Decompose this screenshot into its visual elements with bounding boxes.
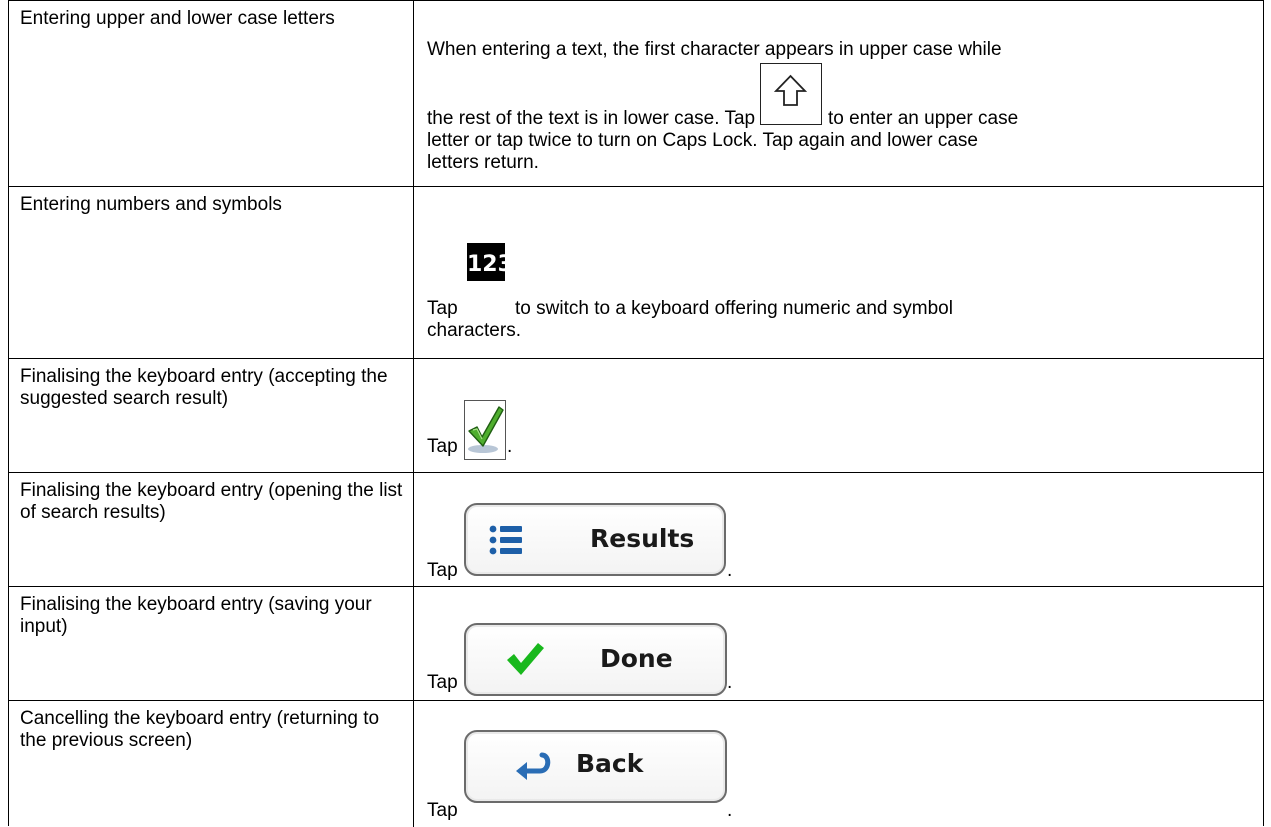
table-row: Finalising the keyboard entry (accepting… — [9, 359, 1263, 473]
done-label: Done — [600, 644, 673, 673]
description-text: to switch to a keyboard offering numeric… — [515, 298, 953, 319]
row-label: Finalising the keyboard entry (saving yo… — [9, 587, 414, 700]
back-label: Back — [576, 749, 644, 778]
table-row: Cancelling the keyboard entry (returning… — [9, 701, 1263, 827]
accept-button[interactable] — [464, 400, 506, 460]
row-description: When entering a text, the first characte… — [414, 1, 1263, 186]
description-text: Tap — [427, 560, 458, 581]
description-text: Tap — [427, 800, 458, 821]
description-text: the rest of the text is in lower case. T… — [427, 108, 756, 129]
green-checkmark-icon — [468, 406, 504, 453]
row-description: Tap . — [414, 359, 1263, 472]
description-text: Tap — [427, 298, 458, 319]
row-label: Finalising the keyboard entry (opening t… — [9, 473, 414, 586]
instruction-table: Entering upper and lower case letters Wh… — [8, 0, 1264, 827]
row-description: Tap 123 to switch to a keyboard offering… — [414, 187, 1263, 358]
description-text: Tap — [427, 436, 458, 457]
back-arrow-icon — [516, 752, 551, 780]
description-text: letters return. — [427, 152, 539, 173]
results-label: Results — [590, 524, 695, 553]
table-row: Entering upper and lower case letters Wh… — [9, 1, 1263, 187]
description-text: letter or tap twice to turn on Caps Lock… — [427, 130, 978, 151]
checkmark-icon — [507, 643, 544, 675]
description-text: . — [507, 436, 513, 457]
table-row: Finalising the keyboard entry (opening t… — [9, 473, 1263, 587]
description-text: . — [727, 800, 733, 821]
shift-arrow-icon — [773, 74, 808, 106]
numeric-keyboard-button[interactable]: 123 — [467, 243, 513, 281]
list-icon — [489, 525, 522, 555]
row-description: Tap Done . — [414, 587, 1263, 700]
row-description: Tap Results . — [414, 473, 1263, 586]
results-button[interactable]: Results — [464, 503, 726, 576]
table-row: Entering numbers and symbols Tap 123 to … — [9, 187, 1263, 359]
done-button[interactable]: Done — [464, 623, 727, 696]
description-text: . — [727, 672, 733, 693]
table-row: Finalising the keyboard entry (saving yo… — [9, 587, 1263, 701]
row-label: Finalising the keyboard entry (accepting… — [9, 359, 414, 472]
row-label: Entering upper and lower case letters — [9, 1, 414, 186]
row-label: Entering numbers and symbols — [9, 187, 414, 358]
row-label: Cancelling the keyboard entry (returning… — [9, 701, 414, 827]
shift-button[interactable] — [760, 63, 822, 125]
description-text: When entering a text, the first characte… — [427, 39, 1002, 60]
row-description: Tap Back . — [414, 701, 1263, 827]
description-text: characters. — [427, 320, 521, 341]
description-text: to enter an upper case — [828, 108, 1019, 129]
back-button[interactable]: Back — [464, 730, 727, 803]
description-text: . — [727, 560, 733, 581]
description-text: Tap — [427, 672, 458, 693]
